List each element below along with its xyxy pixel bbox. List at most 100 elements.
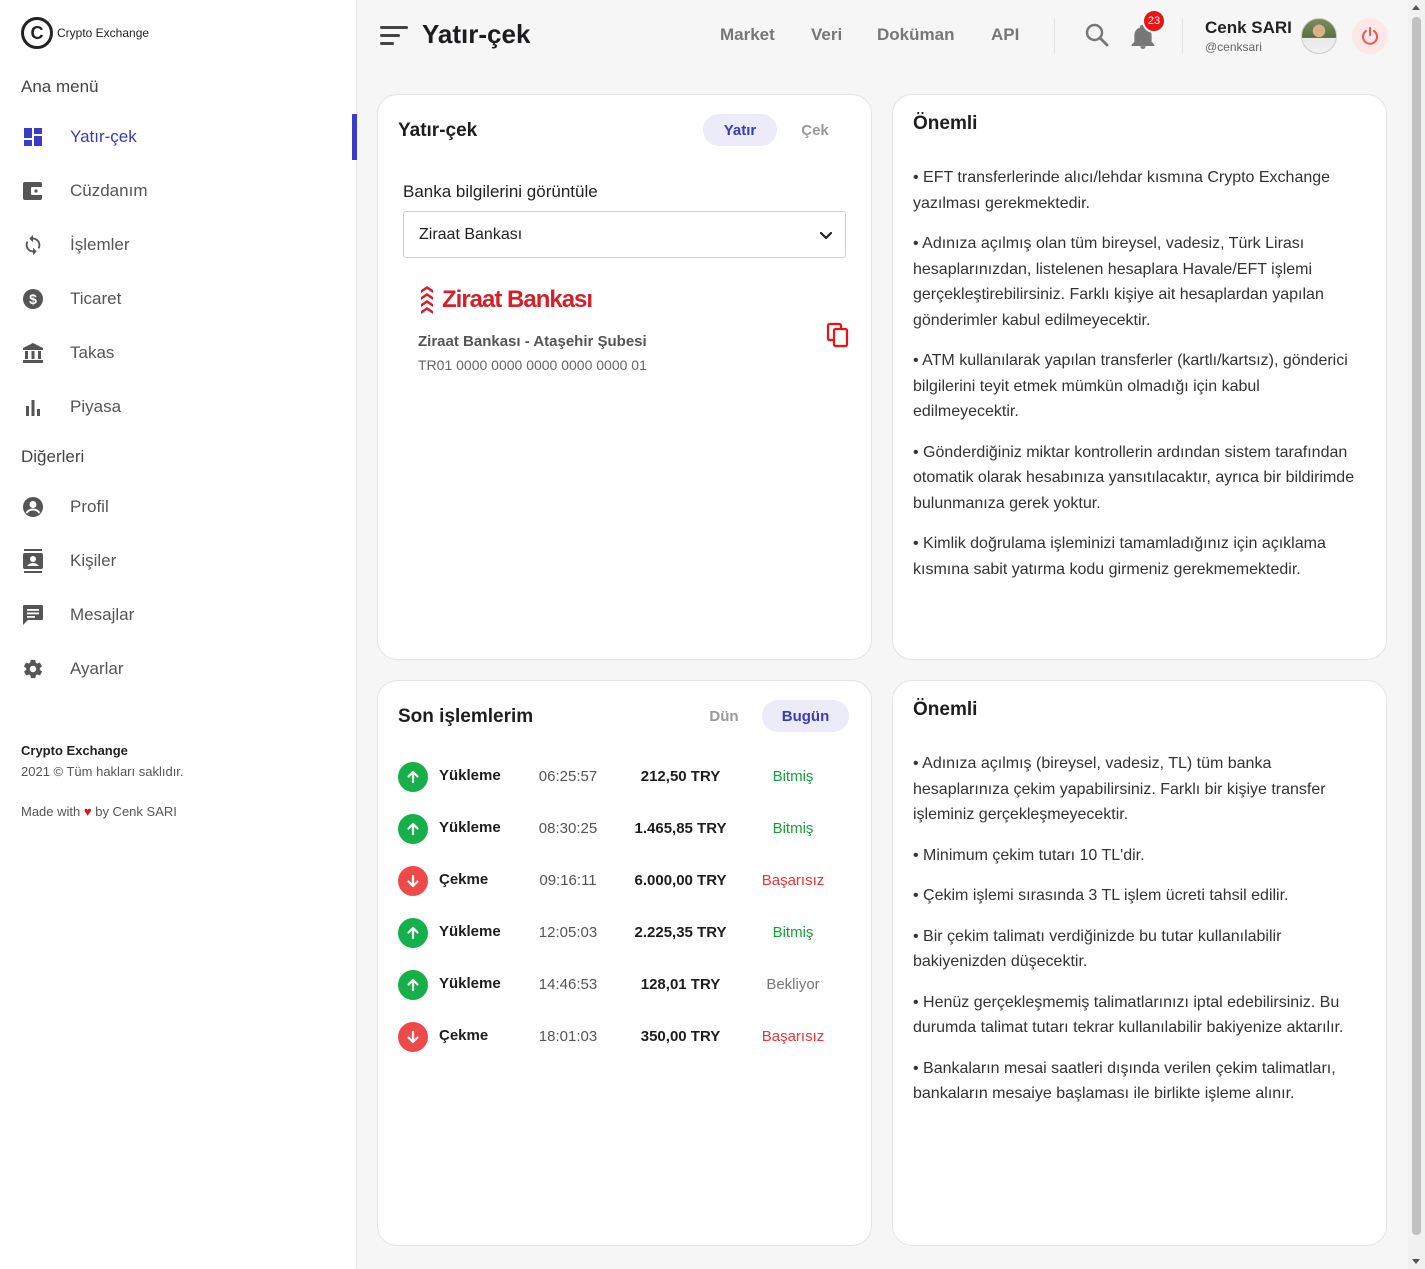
- important-deposit-notes: • EFT transferlerinde alıcı/lehdar kısmı…: [913, 165, 1368, 597]
- important-withdraw-title: Önemli: [913, 699, 978, 720]
- transaction-amount: 128,01 TRY: [640, 976, 721, 993]
- topnav-veri[interactable]: Veri: [811, 25, 842, 45]
- sidebar-item-label: İşlemler: [70, 235, 130, 254]
- status-badge: Bitmiş: [772, 820, 814, 837]
- note-item: • Kimlik doğrulama işleminizi tamamladığ…: [913, 535, 1326, 578]
- note-item: • Gönderdiğiniz miktar kontrollerin ardı…: [913, 443, 1355, 512]
- deposit-card-title: Yatır-çek: [398, 120, 478, 141]
- tab-bugun[interactable]: Bugün: [762, 700, 849, 732]
- heart-icon: ♥: [83, 804, 92, 819]
- search-icon[interactable]: [1084, 22, 1110, 48]
- arrow-up-icon: [398, 814, 428, 844]
- bank-logo-text: Ziraat Bankası: [442, 286, 593, 313]
- important-withdraw-notes: • Adınıza açılmış (bireysel, vadesiz, TL…: [913, 751, 1368, 1122]
- scroll-down-arrow-icon[interactable]: [1412, 1259, 1420, 1264]
- topnav-market[interactable]: Market: [720, 25, 775, 45]
- sidebar-item-label: Profil: [70, 497, 109, 516]
- table-row[interactable]: Yükleme 12:05:03 2.225,35 TRY Bitmiş: [398, 916, 853, 950]
- made-with-suffix: by Cenk SARI: [95, 804, 177, 819]
- transaction-type: Yükleme: [439, 975, 501, 992]
- transaction-time: 18:01:03: [538, 1028, 598, 1045]
- sidebar-item-islemler[interactable]: İşlemler: [0, 222, 357, 268]
- bank-icon: [22, 342, 44, 364]
- topnav-dokuman[interactable]: Doküman: [877, 25, 954, 45]
- footer-brand: Crypto Exchange: [21, 743, 128, 758]
- header-divider: [1054, 18, 1055, 54]
- transaction-time: 12:05:03: [538, 924, 598, 941]
- bank-select[interactable]: Ziraat Bankası: [403, 211, 846, 258]
- table-row[interactable]: Yükleme 08:30:25 1.465,85 TRY Bitmiş: [398, 812, 853, 846]
- sidebar-item-label: Ticaret: [70, 289, 122, 308]
- user-name[interactable]: Cenk SARI: [1205, 18, 1292, 38]
- tab-yatir[interactable]: Yatır: [703, 114, 777, 146]
- sidebar-item-profil[interactable]: Profil: [0, 484, 357, 530]
- tab-dun[interactable]: Dün: [690, 700, 758, 732]
- tab-cek[interactable]: Çek: [779, 114, 851, 146]
- sidebar-item-ayarlar[interactable]: Ayarlar: [0, 646, 357, 692]
- transaction-time: 08:30:25: [538, 820, 598, 837]
- transaction-type: Yükleme: [439, 923, 501, 940]
- logout-button[interactable]: [1352, 18, 1388, 54]
- arrow-up-icon: [398, 918, 428, 948]
- note-item: • Adınıza açılmış olan tüm bireysel, vad…: [913, 235, 1324, 329]
- arrow-up-icon: [398, 970, 428, 1000]
- sidebar-item-label: Ayarlar: [70, 659, 124, 678]
- sidebar-item-takas[interactable]: Takas: [0, 330, 357, 376]
- sidebar-item-mesajlar[interactable]: Mesajlar: [0, 592, 357, 638]
- transaction-type: Çekme: [439, 871, 489, 888]
- transaction-amount: 212,50 TRY: [640, 768, 721, 785]
- chevron-down-icon: [817, 226, 835, 249]
- message-icon: [22, 604, 44, 626]
- note-item: • Çekim işlemi sırasında 3 TL işlem ücre…: [913, 887, 1289, 904]
- table-row[interactable]: Çekme 18:01:03 350,00 TRY Başarısız: [398, 1020, 853, 1054]
- ziraat-bank-logo: Ziraat Bankası: [418, 284, 593, 316]
- transaction-type: Yükleme: [439, 767, 501, 784]
- bar-chart-icon: [22, 396, 44, 418]
- sidebar-item-cuzdanim[interactable]: Cüzdanım: [0, 168, 357, 214]
- avatar[interactable]: [1301, 18, 1337, 54]
- scroll-up-arrow-icon[interactable]: [1412, 5, 1420, 10]
- sidebar-item-piyasa[interactable]: Piyasa: [0, 384, 357, 430]
- sidebar: C Crypto Exchange Ana menü Yatır-çek Cüz…: [0, 0, 357, 1269]
- other-menu-title: Diğerleri: [21, 447, 85, 466]
- table-row[interactable]: Yükleme 06:25:57 212,50 TRY Bitmiş: [398, 760, 853, 794]
- sidebar-item-yatir-cek[interactable]: Yatır-çek: [0, 114, 357, 160]
- made-with-prefix: Made with: [21, 804, 81, 819]
- wallet-icon: [22, 180, 44, 202]
- dollar-icon: $: [22, 288, 44, 310]
- note-item: • Bir çekim talimatı verdiğinizde bu tut…: [913, 927, 1282, 971]
- copy-icon[interactable]: [826, 322, 850, 348]
- brand-logo[interactable]: C Crypto Exchange: [21, 17, 149, 49]
- bank-select-label: Banka bilgilerini görüntüle: [403, 182, 598, 201]
- sidebar-item-ticaret[interactable]: $ Ticaret: [0, 276, 357, 322]
- user-handle: @cenksari: [1205, 40, 1262, 54]
- sidebar-item-label: Cüzdanım: [70, 181, 148, 200]
- bank-select-value: Ziraat Bankası: [419, 226, 523, 243]
- sync-icon: [22, 234, 44, 256]
- arrow-up-icon: [398, 762, 428, 792]
- menu-toggle-icon[interactable]: [380, 24, 408, 46]
- transaction-amount: 2.225,35 TRY: [634, 924, 727, 941]
- note-item: • Bankaların mesai saatleri dışında veri…: [913, 1059, 1336, 1103]
- transaction-amount: 6.000,00 TRY: [634, 872, 727, 889]
- arrow-down-icon: [398, 866, 428, 896]
- table-row[interactable]: Yükleme 14:46:53 128,01 TRY Bekliyor: [398, 968, 853, 1002]
- scrollbar-thumb[interactable]: [1412, 17, 1421, 1235]
- transaction-time: 09:16:11: [539, 872, 597, 889]
- topnav-api[interactable]: API: [991, 25, 1019, 45]
- arrow-down-icon: [398, 1022, 428, 1052]
- header-divider: [1182, 18, 1183, 54]
- note-item: • ATM kullanılarak yapılan transferler (…: [913, 352, 1348, 420]
- sidebar-item-kisiler[interactable]: Kişiler: [0, 538, 357, 584]
- brand-name: Crypto Exchange: [57, 26, 150, 40]
- note-item: • Adınıza açılmış (bireysel, vadesiz, TL…: [913, 755, 1326, 823]
- notification-count-badge: 23: [1142, 9, 1166, 33]
- transaction-time: 06:25:57: [538, 768, 598, 785]
- table-row[interactable]: Çekme 09:16:11 6.000,00 TRY Başarısız: [398, 864, 853, 898]
- sidebar-item-label: Mesajlar: [70, 605, 135, 624]
- gear-icon: [22, 658, 44, 680]
- page-scrollbar[interactable]: [1408, 0, 1425, 1269]
- status-badge: Bitmiş: [772, 768, 814, 785]
- sidebar-item-label: Piyasa: [70, 397, 122, 416]
- note-item: • Minimum çekim tutarı 10 TL'dir.: [913, 846, 1145, 864]
